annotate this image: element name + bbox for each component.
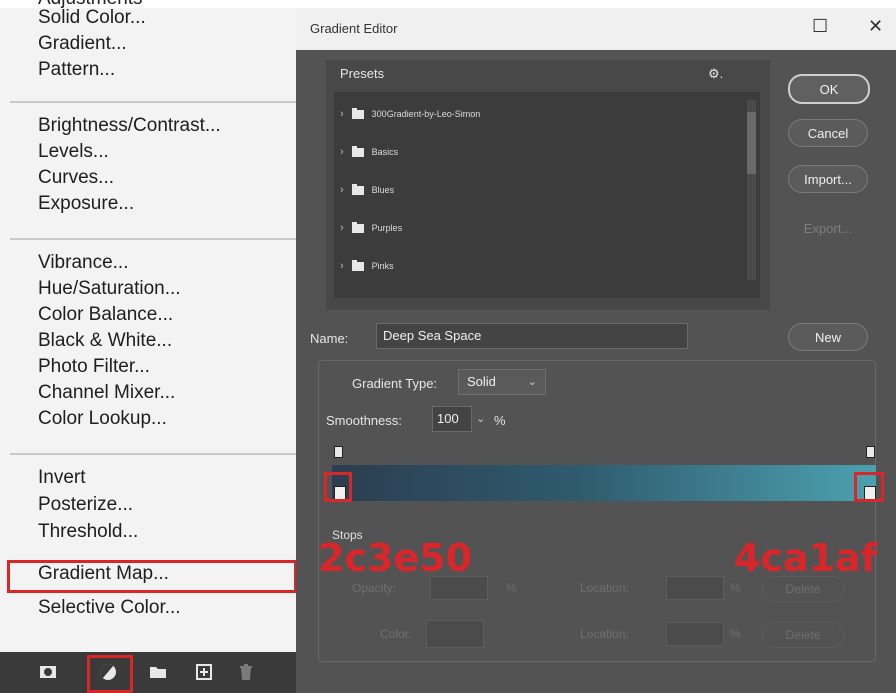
- preset-folder[interactable]: › Blues: [340, 180, 394, 200]
- folder-icon: [351, 183, 364, 195]
- menu-item-pattern[interactable]: Pattern...: [38, 59, 115, 81]
- chevron-right-icon: ›: [340, 108, 344, 120]
- menu-item-channel-mixer[interactable]: Channel Mixer...: [38, 382, 175, 404]
- gradient-type-value: Solid: [467, 374, 496, 389]
- menu-item-posterize[interactable]: Posterize...: [38, 494, 133, 516]
- chevron-down-icon: ⌄: [527, 376, 537, 388]
- gradient-type-select[interactable]: Solid ⌄: [458, 369, 546, 395]
- adjustment-icon-highlight: [87, 655, 133, 693]
- preset-folder[interactable]: › 300Gradient-by-Leo-Simon: [340, 104, 480, 124]
- color-swatch[interactable]: [426, 620, 484, 648]
- right-stop-highlight: [854, 472, 884, 502]
- menu-item-selective-color[interactable]: Selective Color...: [38, 597, 181, 619]
- scrollbar-thumb[interactable]: [747, 112, 756, 174]
- location-label: Location:: [580, 581, 629, 595]
- preset-folder[interactable]: › Basics: [340, 142, 398, 162]
- presets-panel: Presets ⚙. › 300Gradient-by-Leo-Simon › …: [326, 60, 770, 310]
- layers-bottom-bar: [0, 652, 306, 693]
- menu-item-solid-color[interactable]: Solid Color...: [38, 7, 146, 29]
- menu-item-color-lookup[interactable]: Color Lookup...: [38, 408, 167, 430]
- name-input[interactable]: Deep Sea Space: [376, 323, 688, 349]
- chevron-down-icon[interactable]: ⌄: [476, 412, 485, 425]
- preset-folder-label: Pinks: [371, 261, 394, 271]
- left-stop-highlight: [324, 472, 352, 502]
- presets-label: Presets: [340, 66, 385, 81]
- menu-item-brightness-contrast[interactable]: Brightness/Contrast...: [38, 115, 221, 137]
- menu-item-invert[interactable]: Invert: [38, 467, 86, 489]
- ok-button[interactable]: OK: [788, 74, 870, 104]
- close-icon[interactable]: ✕: [868, 16, 883, 37]
- preset-list[interactable]: › 300Gradient-by-Leo-Simon › Basics › Bl…: [334, 92, 760, 298]
- export-button[interactable]: Export...: [788, 214, 868, 242]
- menu-item-color-balance[interactable]: Color Balance...: [38, 304, 173, 326]
- dialog-title: Gradient Editor: [310, 21, 398, 36]
- preset-folder[interactable]: › Purples: [340, 218, 402, 238]
- location-field[interactable]: [666, 622, 724, 646]
- right-stop-annotation: 4ca1af: [734, 536, 878, 580]
- menu-item-vibrance[interactable]: Vibrance...: [38, 252, 128, 274]
- color-label: Color:: [380, 627, 413, 641]
- menu-item-exposure[interactable]: Exposure...: [38, 193, 134, 215]
- gradient-map-highlight: [7, 560, 297, 593]
- cancel-button[interactable]: Cancel: [788, 119, 868, 147]
- gradient-preview-bar[interactable]: [332, 465, 876, 501]
- chevron-right-icon: ›: [340, 184, 344, 196]
- gradient-type-label: Gradient Type:: [352, 376, 438, 391]
- smoothness-unit: %: [494, 413, 506, 428]
- gear-icon[interactable]: ⚙.: [708, 66, 723, 82]
- preset-folder-label: Blues: [371, 185, 395, 195]
- folder-icon[interactable]: [148, 662, 168, 682]
- chevron-right-icon: ›: [340, 222, 344, 234]
- gradient-settings-group: [318, 360, 876, 662]
- menu-item-curves[interactable]: Curves...: [38, 167, 114, 189]
- delete-button[interactable]: Delete: [762, 622, 844, 648]
- folder-icon: [351, 145, 364, 157]
- smoothness-input[interactable]: 100: [432, 406, 472, 432]
- new-button[interactable]: New: [788, 323, 868, 351]
- mask-icon[interactable]: [38, 662, 58, 682]
- menu-item-black-white[interactable]: Black & White...: [38, 330, 172, 352]
- menu-divider: [10, 453, 302, 455]
- menu-divider: [10, 101, 302, 103]
- menu-item-levels[interactable]: Levels...: [38, 141, 109, 163]
- left-stop-annotation: 2c3e50: [318, 536, 473, 580]
- opacity-unit: %: [506, 581, 517, 595]
- delete-button[interactable]: Delete: [762, 576, 844, 602]
- location-unit: %: [730, 627, 741, 641]
- opacity-field[interactable]: [430, 576, 488, 600]
- new-layer-icon[interactable]: [194, 662, 214, 682]
- preset-folder-label: Basics: [371, 147, 399, 157]
- folder-icon: [351, 259, 364, 271]
- import-button[interactable]: Import...: [788, 165, 868, 193]
- titlebar: Gradient Editor ☐ ✕: [296, 8, 896, 50]
- folder-icon: [351, 221, 364, 233]
- menu-item-gradient[interactable]: Gradient...: [38, 33, 127, 55]
- preset-folder-label: 300Gradient-by-Leo-Simon: [371, 109, 481, 119]
- menu-divider: [10, 238, 302, 240]
- gradient-editor-dialog: Gradient Editor ☐ ✕ Presets ⚙. › 300Grad…: [296, 8, 896, 693]
- menu-item-hue-saturation[interactable]: Hue/Saturation...: [38, 278, 181, 300]
- opacity-stop-left[interactable]: [334, 446, 343, 458]
- maximize-icon[interactable]: ☐: [812, 16, 828, 37]
- menu-item-threshold[interactable]: Threshold...: [38, 521, 138, 543]
- chevron-right-icon: ›: [340, 146, 344, 158]
- location-unit: %: [730, 581, 741, 595]
- preset-folder-label: Purples: [371, 223, 403, 233]
- location-label: Location:: [580, 627, 629, 641]
- folder-icon: [351, 107, 364, 119]
- name-label: Name:: [310, 331, 349, 346]
- preset-folder[interactable]: › Pinks: [340, 256, 394, 276]
- chevron-right-icon: ›: [340, 260, 344, 272]
- opacity-label: Opacity:: [352, 581, 397, 595]
- smoothness-label: Smoothness:: [326, 413, 402, 428]
- opacity-stop-right[interactable]: [866, 446, 875, 458]
- location-field[interactable]: [666, 576, 724, 600]
- menu-item-photo-filter[interactable]: Photo Filter...: [38, 356, 150, 378]
- trash-icon[interactable]: [236, 662, 256, 682]
